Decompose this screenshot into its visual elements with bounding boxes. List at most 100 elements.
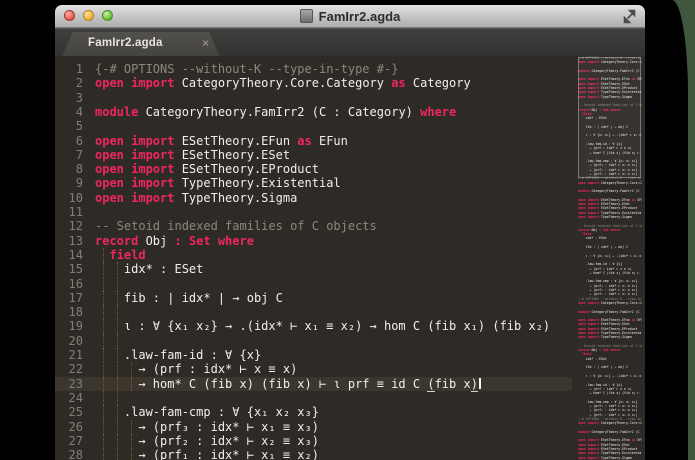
code-line[interactable]: 18 [55, 305, 572, 320]
code-line[interactable]: 1 {-# OPTIONS --without-K --type-in-type … [55, 62, 572, 76]
code-line[interactable]: 19 ι : ∀ {x₁ x₂} → .(idx* ⊢ x₁ ≡ x₂) → h… [55, 319, 572, 334]
line-number: 25 [68, 405, 83, 420]
minimap-line: ι : ∀ {x₁ x₂} → .(idx* ⊢ x₁ ≡ x₂) → hom … [585, 373, 642, 378]
code-text: open import ESetTheory.ESet [95, 147, 291, 162]
line-number: 23 [68, 376, 83, 391]
code-text: {-# OPTIONS --without-K --type-in-type #… [95, 62, 399, 76]
code-text: → (prf₃ : idx* ⊢ x₁ ≡ x₃) [95, 419, 319, 434]
code-line[interactable]: 24 [55, 390, 572, 406]
code-text: open import ESetTheory.EFun as EFun [95, 133, 348, 148]
code-text: → hom* C (fib x) (fib x) ⊢ ι prf ≡ id C … [95, 376, 481, 392]
line-number: 11 [68, 205, 83, 219]
code-line[interactable]: 26 → (prf₃ : idx* ⊢ x₁ ≡ x₃) [55, 419, 572, 434]
indent-guide [117, 333, 118, 348]
line-number: 2 [75, 76, 83, 91]
code-line[interactable]: 25 .law-fam-cmp : ∀ {x₁ x₂ x₃} [55, 405, 572, 420]
code-line[interactable]: 14 field [55, 247, 572, 263]
minimap-line: → hom* C (fib x) (fib x) ⊢ ι prf ≡ id C … [578, 391, 643, 395]
code-line[interactable]: 21 .law-fam-id : ∀ {x} [55, 348, 572, 363]
tab-famirr2[interactable]: FamIrr2.agda × [62, 32, 220, 57]
code-text: ι : ∀ {x₁ x₂} → .(idx* ⊢ x₁ ≡ x₂) → hom … [95, 319, 551, 334]
line-number: 13 [68, 233, 83, 248]
code-line[interactable]: 3 [55, 91, 572, 105]
code-text: open import CategoryTheory.Core.Category… [95, 76, 471, 91]
minimap-line: open import CategoryTheory.Core.Category… [578, 180, 642, 185]
code-line[interactable]: 20 [55, 333, 572, 348]
code-text: → (prf₁ : idx* ⊢ x₁ ≡ x₂) [95, 448, 319, 460]
line-number: 10 [68, 190, 83, 205]
title-group: FamIrr2.agda [55, 5, 645, 27]
indent-guide [103, 333, 104, 348]
code-line[interactable]: 28 → (prf₁ : idx* ⊢ x₁ ≡ x₂) [55, 448, 572, 460]
code-text: -- Setoid indexed families of C objects [95, 219, 377, 234]
code-line[interactable]: 10 open import TypeTheory.Sigma [55, 191, 572, 205]
minimap[interactable]: {-# OPTIONS --without-K --type-in-type #… [578, 56, 642, 460]
indent-guide [103, 305, 104, 320]
line-number: 21 [68, 348, 83, 362]
indent-guide [117, 390, 118, 406]
code-line[interactable]: 9 open import TypeTheory.Existential [55, 176, 572, 190]
minimap-line: open import CategoryTheory.Core.Category… [578, 421, 642, 426]
code-line[interactable]: 8 open import ESetTheory.EProduct [55, 162, 572, 176]
line-number: 28 [68, 448, 83, 460]
minimap-line: module CategoryTheory.FamIrr2 (C : Categ… [578, 309, 642, 314]
text-cursor [478, 377, 481, 389]
line-number: 19 [68, 319, 83, 334]
window-title: FamIrr2.agda [318, 8, 401, 24]
line-number: 9 [75, 176, 83, 191]
editor-pane[interactable]: 1 {-# OPTIONS --without-K --type-in-type … [55, 56, 645, 460]
indent-guide [117, 276, 118, 291]
line-number: 17 [68, 290, 83, 305]
line-number: 26 [68, 419, 83, 434]
code-line[interactable]: 2 open import CategoryTheory.Core.Categor… [55, 76, 572, 90]
minimap-viewport[interactable] [578, 57, 641, 178]
minimap-line: module CategoryTheory.FamIrr2 (C : Categ… [578, 189, 642, 194]
code-line[interactable]: 5 [55, 119, 572, 133]
code-text: open import TypeTheory.Sigma [95, 190, 298, 205]
line-number: 1 [75, 62, 83, 76]
code-line[interactable]: 15 idx* : ESet [55, 262, 572, 277]
tab-bar: FamIrr2.agda × [55, 28, 645, 57]
fullscreen-arrows-icon [623, 9, 636, 24]
minimap-line: open import CategoryTheory.Core.Category… [578, 300, 642, 305]
line-number: 3 [75, 90, 83, 105]
tab-label: FamIrr2.agda [88, 37, 163, 49]
code-text: record Obj : Set where [95, 233, 254, 248]
tab-close-icon[interactable]: × [202, 36, 209, 50]
code-line[interactable]: 12 -- Setoid indexed families of C object… [55, 219, 572, 233]
line-number: 5 [75, 119, 83, 134]
line-number: 27 [68, 433, 83, 448]
line-number: 7 [75, 147, 83, 162]
code-text: → (prf₂ : idx* ⊢ x₂ ≡ x₃) [95, 433, 319, 448]
line-number: 16 [68, 276, 83, 291]
code-text: open import ESetTheory.EProduct [95, 162, 319, 177]
minimap-line: → hom* C (fib x) (fib x) ⊢ ι prf ≡ id C … [578, 271, 643, 275]
code-text: → (prf : idx* ⊢ x ≡ x) [95, 362, 298, 377]
document-icon [299, 9, 313, 23]
line-number: 14 [68, 247, 83, 262]
code-line[interactable]: 4 module CategoryTheory.FamIrr2 (C : Cate… [55, 105, 572, 119]
code-line[interactable]: 16 [55, 276, 572, 291]
code-line[interactable]: 13 record Obj : Set where [55, 234, 572, 248]
code-line[interactable]: 6 open import ESetTheory.EFun as EFun [55, 134, 572, 148]
code-line[interactable]: 17 fib : ∣ idx* ∣ → obj C [55, 290, 572, 306]
fullscreen-button[interactable] [622, 9, 637, 24]
code-line[interactable]: 22 → (prf : idx* ⊢ x ≡ x) [55, 362, 572, 377]
line-number: 15 [68, 262, 83, 277]
indent-guide [103, 276, 104, 291]
editor-window: FamIrr2.agda FamIrr2.agda × 1 {-# OPTIONS… [55, 5, 645, 460]
code-line[interactable]: 23 → hom* C (fib x) (fib x) ⊢ ι prf ≡ id… [55, 376, 572, 392]
line-number: 22 [68, 362, 83, 377]
code-text: .law-fam-id : ∀ {x} [95, 348, 262, 362]
code-line[interactable]: 11 [55, 205, 572, 219]
indent-guide [103, 390, 104, 406]
title-bar[interactable]: FamIrr2.agda [55, 5, 645, 28]
code-line[interactable]: 27 → (prf₂ : idx* ⊢ x₂ ≡ x₃) [55, 433, 572, 449]
code-text: module CategoryTheory.FamIrr2 (C : Categ… [95, 104, 457, 119]
line-number: 12 [68, 219, 83, 234]
code-text: field [109, 247, 146, 262]
line-number: 20 [68, 333, 83, 348]
indent-guide [117, 305, 118, 320]
line-number: 24 [68, 390, 83, 405]
code-line[interactable]: 7 open import ESetTheory.ESet [55, 148, 572, 162]
